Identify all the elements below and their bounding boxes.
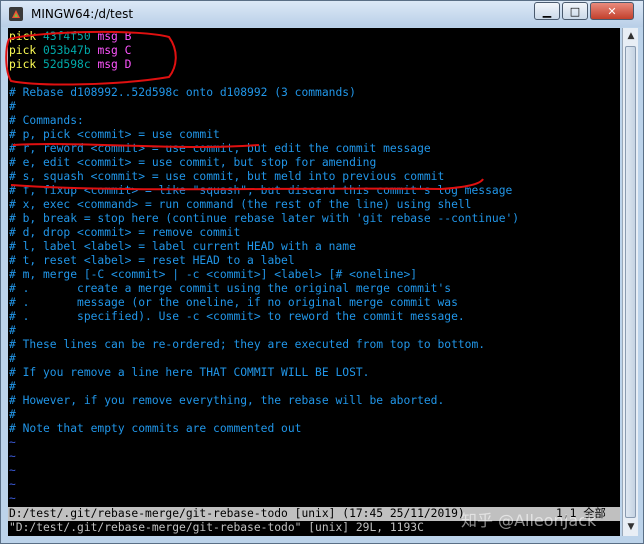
comment-line: # . specified). Use -c <commit> to rewor…	[9, 310, 465, 323]
pick-line: pick 52d598c msg D	[9, 58, 131, 72]
comment-line: #	[9, 380, 16, 393]
comment-line: # However, if you remove everything, the…	[9, 394, 445, 407]
pick-line: pick 053b47b msg C	[9, 44, 131, 58]
comment-line: #	[9, 100, 16, 113]
comment-line: #	[9, 408, 16, 421]
empty-line-marker: ~	[9, 492, 16, 505]
comment-line: # t, reset <label> = reset HEAD to a lab…	[9, 254, 295, 267]
comment-line: # . message (or the oneline, if no origi…	[9, 296, 458, 309]
scrollbar-thumb[interactable]	[625, 46, 636, 518]
maximize-button[interactable]: □	[562, 2, 588, 20]
comment-line: # Rebase d108992..52d598c onto d108992 (…	[9, 86, 356, 99]
comment-line: # m, merge [-C <commit> | -c <commit>] <…	[9, 268, 418, 281]
comment-line: # b, break = stop here (continue rebase …	[9, 212, 520, 225]
commit-hash: 52d598c	[43, 58, 91, 71]
pick-command: pick	[9, 58, 37, 71]
minimize-icon: ▁	[542, 4, 552, 18]
pick-command: pick	[9, 30, 37, 43]
title-bar[interactable]: MINGW64:/d/test ▁ □ ✕	[1, 1, 643, 27]
commit-message: msg C	[97, 44, 132, 57]
pick-command: pick	[9, 44, 37, 57]
commit-message: msg B	[97, 30, 132, 43]
scroll-down-icon[interactable]: ▼	[624, 520, 638, 534]
comment-line: #	[9, 324, 16, 337]
comment-line: # r, reword <commit> = use commit, but e…	[9, 142, 431, 155]
comment-line: # If you remove a line here THAT COMMIT …	[9, 366, 370, 379]
comment-line: # . create a merge commit using the orig…	[9, 282, 452, 295]
commit-hash: 43f4f50	[43, 30, 91, 43]
comment-line: # f, fixup <commit> = like "squash", but…	[9, 184, 513, 197]
comment-line: # x, exec <command> = run command (the r…	[9, 198, 472, 211]
window-title: MINGW64:/d/test	[31, 7, 134, 21]
status-file-info: D:/test/.git/rebase-merge/git-rebase-tod…	[9, 507, 465, 520]
commit-message: msg D	[97, 58, 132, 71]
close-button[interactable]: ✕	[590, 2, 634, 20]
comment-line: # l, label <label> = label current HEAD …	[9, 240, 356, 253]
comment-line: # s, squash <commit> = use commit, but m…	[9, 170, 445, 183]
comment-line: # Commands:	[9, 114, 84, 127]
empty-line-marker: ~	[9, 478, 16, 491]
comment-line: # d, drop <commit> = remove commit	[9, 226, 241, 239]
pick-line: pick 43f4f50 msg B	[9, 30, 131, 44]
comment-line: # These lines can be re-ordered; they ar…	[9, 338, 486, 351]
comment-line: #	[9, 352, 16, 365]
vim-editor[interactable]: pick 43f4f50 msg B pick 053b47b msg C pi…	[8, 28, 620, 536]
empty-line-marker: ~	[9, 450, 16, 463]
close-icon: ✕	[607, 4, 617, 18]
minimize-button[interactable]: ▁	[534, 2, 560, 20]
comment-line: # Note that empty commits are commented …	[9, 422, 302, 435]
terminal-window: MINGW64:/d/test ▁ □ ✕ pick 43f4f50 msg B…	[0, 0, 644, 544]
maximize-icon: □	[569, 4, 581, 18]
empty-line-marker: ~	[9, 464, 16, 477]
empty-line-marker: ~	[9, 436, 16, 449]
vim-message-line: "D:/test/.git/rebase-merge/git-rebase-to…	[9, 521, 424, 534]
scroll-up-icon[interactable]: ▲	[624, 29, 638, 43]
vertical-scrollbar[interactable]: ▲ ▼	[622, 28, 638, 536]
watermark: 知乎 @AlleonJack	[461, 511, 597, 530]
comment-line: # e, edit <commit> = use commit, but sto…	[9, 156, 377, 169]
commit-hash: 053b47b	[43, 44, 91, 57]
git-bash-app-icon	[9, 7, 23, 21]
comment-line: # p, pick <commit> = use commit	[9, 128, 220, 141]
